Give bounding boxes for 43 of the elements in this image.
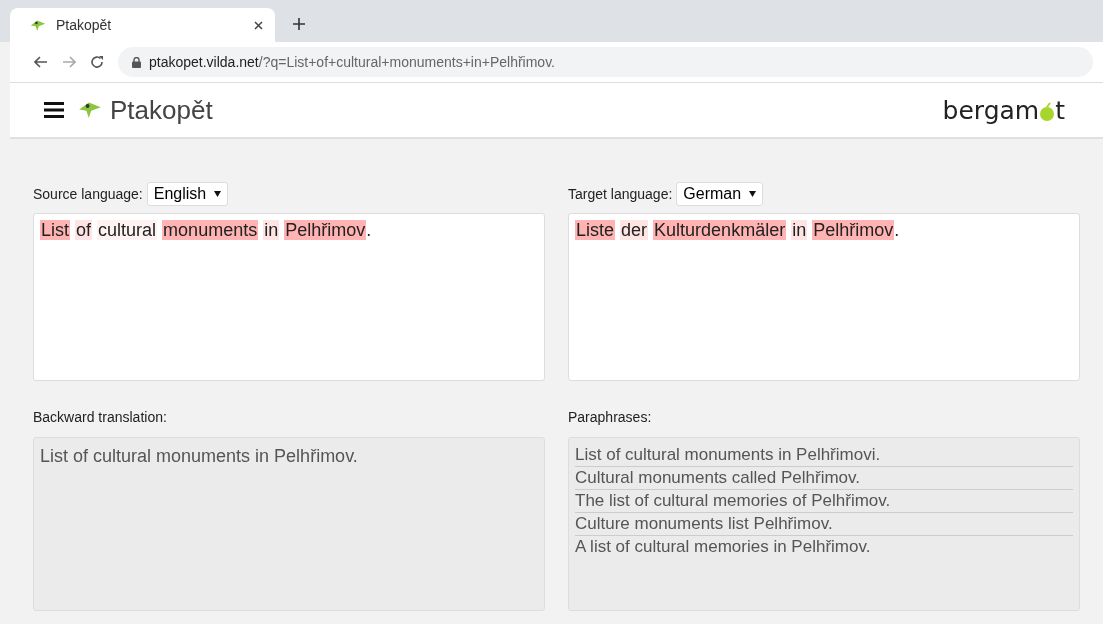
language-label: Source language: [33, 186, 143, 202]
word: Pelhřimov [812, 220, 895, 240]
word: cultural [97, 220, 158, 240]
word: Liste [575, 220, 616, 240]
new-tab-icon[interactable] [293, 18, 305, 30]
word: in [263, 220, 280, 240]
paraphrase: The list of cultural memories of Pelhřimov. [575, 490, 1073, 513]
word: der [620, 220, 649, 240]
close-icon[interactable] [254, 20, 263, 30]
text-area[interactable]: List of cultural monuments in Pelhřimov. [33, 213, 545, 381]
lock-icon [132, 56, 141, 68]
word: List [40, 220, 70, 240]
word: Pelhřimov [284, 220, 367, 240]
word: in [791, 220, 808, 240]
brand-name: t [1055, 95, 1065, 125]
word: Kulturdenkmäler [653, 220, 787, 240]
menu-icon[interactable] [44, 102, 64, 118]
period: . [366, 220, 372, 240]
address-bar[interactable]: ptakopet.vilda.net/?q=List+of+cultural+monuments+in+Pelhřimov. [118, 47, 1093, 77]
section-label: Backward translation: [33, 409, 168, 427]
backward-translation: List of cultural monuments in Pelhřimov. [33, 437, 545, 611]
browser-tab[interactable]: Ptakopět [10, 8, 275, 42]
brand-name: bergam [942, 95, 1040, 125]
language-select[interactable]: English [146, 182, 229, 206]
reload-icon[interactable] [90, 55, 104, 69]
period: . [894, 220, 900, 240]
logo-bird-icon [78, 100, 102, 120]
text-area[interactable]: Liste der Kulturdenkmäler in Pelhřimov. [568, 213, 1080, 381]
paraphrase: Cultural monuments called Pelhřimov. [575, 467, 1073, 490]
paraphrase: List of cultural monuments in Pelhřimovi. [575, 444, 1073, 467]
back-icon[interactable] [34, 56, 48, 68]
paraphrase: Culture monuments list Pelhřimov. [575, 513, 1073, 536]
language-label: Target language: [568, 186, 673, 202]
paraphrase: A list of cultural memories in Pelhřimov. [575, 536, 872, 558]
section-label: Paraphrases: [568, 409, 653, 427]
app-title: Ptakopět [110, 94, 213, 126]
word: monuments [162, 220, 259, 240]
caret-icon [749, 191, 757, 197]
fruit-icon [1039, 102, 1056, 122]
caret-icon [214, 191, 222, 197]
word: of [75, 220, 93, 240]
language-select[interactable]: German [676, 182, 764, 206]
favicon-bird-icon [30, 18, 46, 32]
